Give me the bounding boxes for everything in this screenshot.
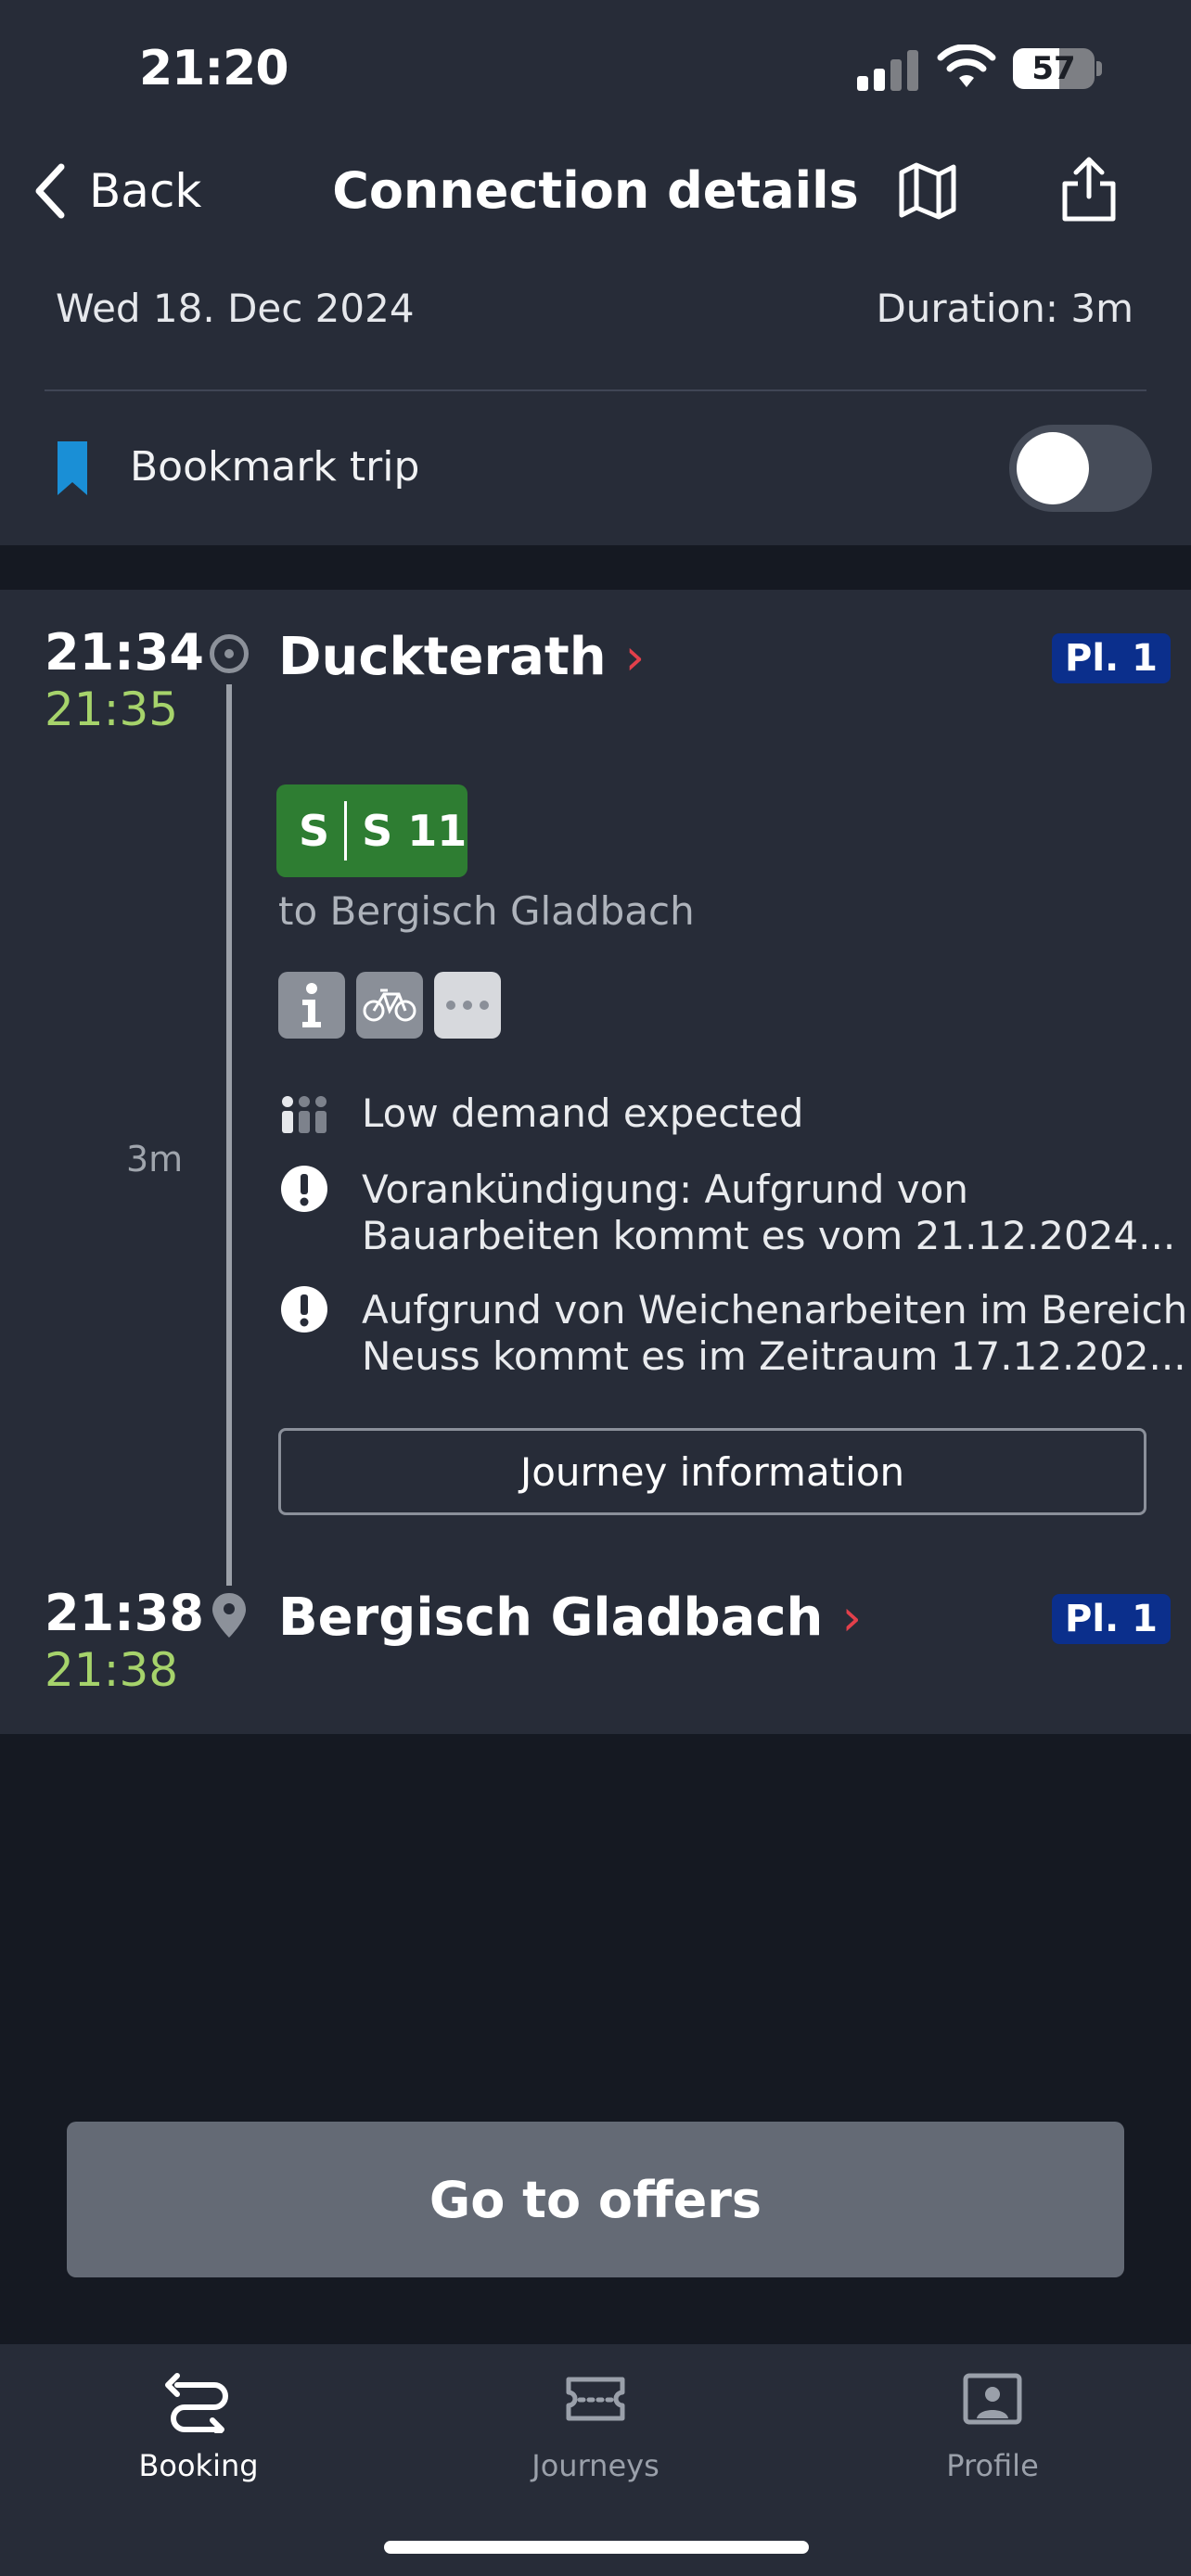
origin-stop-icon <box>210 634 249 673</box>
arrival-platform-badge: Pl. 1 <box>1052 1594 1171 1644</box>
map-icon[interactable] <box>896 159 959 223</box>
trip-date: Wed 18. Dec 2024 <box>56 286 415 331</box>
tab-label: Profile <box>946 2448 1039 2483</box>
route-icon <box>165 2373 228 2433</box>
notice-line: Aufgrund von Weichenarbeiten im Bereich <box>362 1287 1188 1333</box>
info-icon[interactable] <box>278 972 345 1039</box>
location-pin-icon <box>212 1593 246 1638</box>
profile-icon <box>963 2373 1022 2425</box>
arrival-realtime: 21:38 <box>45 1643 179 1697</box>
tab-journeys[interactable]: Journeys <box>456 2365 735 2483</box>
demand-notice: Low demand expected <box>362 1090 804 1136</box>
tab-label: Booking <box>138 2448 259 2483</box>
battery-icon: 57 <box>1013 48 1102 89</box>
notice-item[interactable]: Vorankündigung: Aufgrund von Bauarbeiten… <box>362 1167 1175 1259</box>
bookmark-label: Bookmark trip <box>130 443 420 491</box>
line-direction: to Bergisch Gladbach <box>278 888 695 934</box>
bookmark-toggle[interactable] <box>1009 425 1152 512</box>
home-indicator[interactable] <box>384 2541 809 2554</box>
back-button[interactable]: Back <box>33 158 201 224</box>
departure-time: 21:34 <box>45 623 204 682</box>
arrival-station[interactable]: Bergisch Gladbach › <box>278 1588 862 1648</box>
chevron-right-icon: › <box>841 1588 863 1647</box>
more-icon[interactable] <box>434 972 501 1039</box>
bicycle-icon[interactable] <box>356 972 423 1039</box>
departure-platform-badge: Pl. 1 <box>1052 633 1171 683</box>
notice-line: Vorankündigung: Aufgrund von <box>362 1167 968 1212</box>
notice-item[interactable]: Aufgrund von Weichenarbeiten im Bereich … <box>362 1287 1187 1380</box>
status-time: 21:20 <box>139 41 289 96</box>
back-label: Back <box>89 164 202 218</box>
ticket-icon <box>566 2377 625 2421</box>
arrival-time: 21:38 <box>45 1584 204 1642</box>
go-to-offers-button[interactable]: Go to offers <box>67 2122 1124 2277</box>
battery-level: 57 <box>1031 50 1076 87</box>
warning-icon <box>281 1286 327 1333</box>
tab-label: Journeys <box>531 2448 660 2483</box>
bookmark-icon <box>58 441 87 495</box>
notice-line: Neuss kommt es im Zeitraum 17.12.202... <box>362 1333 1186 1379</box>
line-badge[interactable]: S S 11 <box>276 784 467 877</box>
chevron-left-icon <box>35 163 65 219</box>
wifi-icon <box>937 45 996 87</box>
cellular-signal-icon <box>857 50 918 91</box>
departure-station-name: Duckterath <box>278 627 607 687</box>
tab-profile[interactable]: Profile <box>853 2365 1132 2483</box>
timeline <box>226 684 232 1586</box>
share-icon[interactable] <box>1057 156 1121 223</box>
notice-line: Bauarbeiten kommt es vom 21.12.2024... <box>362 1213 1176 1258</box>
journey-information-button[interactable]: Journey information <box>278 1428 1146 1515</box>
travel-duration: 3m <box>126 1139 184 1180</box>
chevron-right-icon: › <box>624 628 646 686</box>
departure-station[interactable]: Duckterath › <box>278 627 645 687</box>
line-name: S 11 <box>362 806 467 856</box>
arrival-station-name: Bergisch Gladbach <box>278 1588 824 1648</box>
warning-icon <box>281 1166 327 1212</box>
people-icon <box>282 1096 327 1133</box>
trip-duration: Duration: 3m <box>876 286 1133 331</box>
tab-booking[interactable]: Booking <box>59 2365 338 2483</box>
divider <box>45 389 1146 391</box>
departure-realtime: 21:35 <box>45 682 179 736</box>
line-product: S <box>299 806 330 856</box>
page-title: Connection details <box>332 161 859 220</box>
